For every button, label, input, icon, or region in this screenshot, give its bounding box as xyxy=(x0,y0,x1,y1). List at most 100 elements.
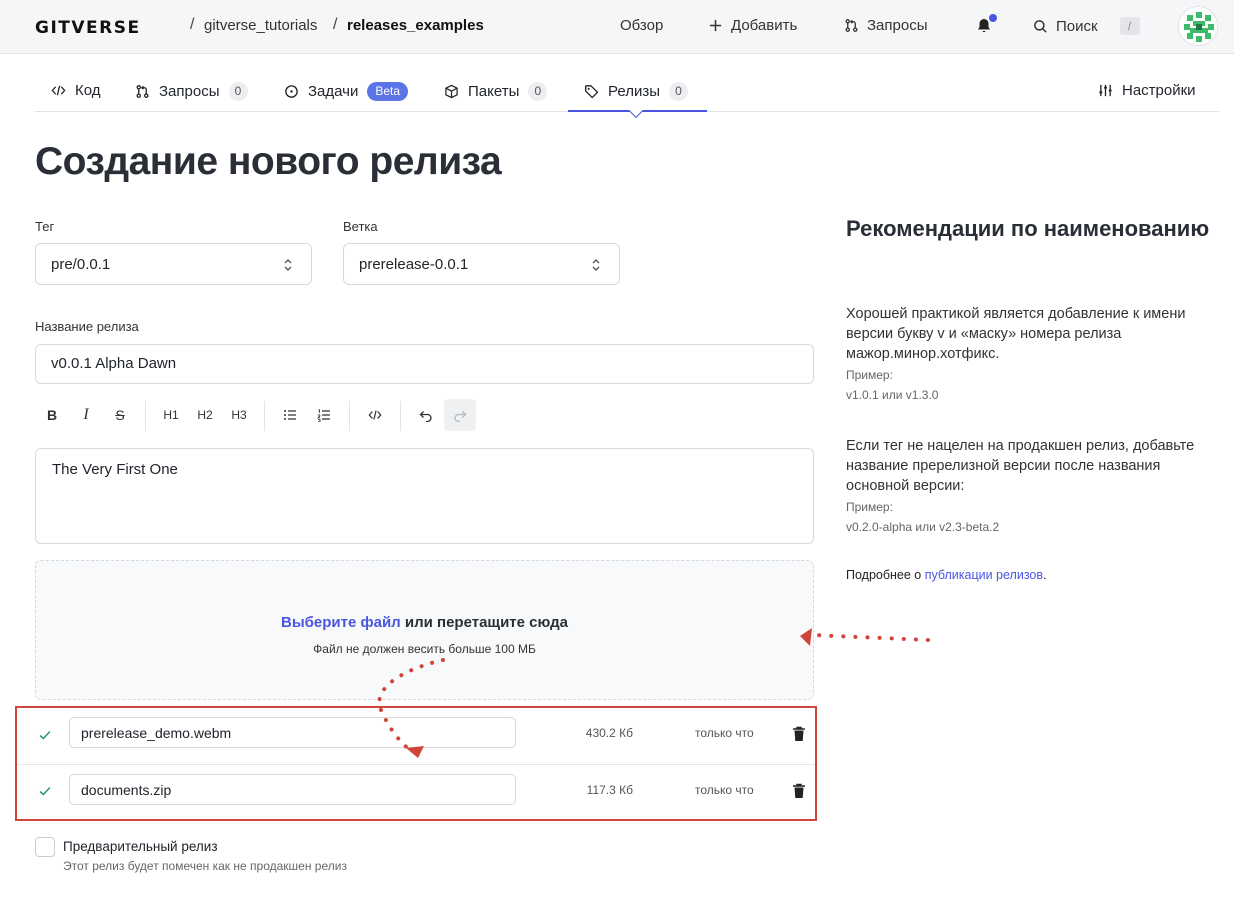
page-title: Создание нового релиза xyxy=(35,140,502,183)
tab-releases-count: 0 xyxy=(668,82,688,101)
undo-button[interactable] xyxy=(410,399,442,431)
bullet-list-icon xyxy=(284,410,296,420)
search-label: Поиск xyxy=(1056,17,1098,35)
tab-issues[interactable]: Задачи Beta xyxy=(284,82,409,101)
branch-select[interactable]: prerelease-0.0.1 xyxy=(343,243,620,285)
heading3-button[interactable]: H3 xyxy=(223,399,255,431)
pull-request-icon xyxy=(845,19,858,32)
settings-sliders-icon xyxy=(1099,84,1112,97)
publishing-releases-link[interactable]: публикации релизов xyxy=(925,568,1043,582)
search-icon xyxy=(1034,19,1047,33)
redo-icon xyxy=(454,411,467,422)
top-bar: GITVERSE / gitverse_tutorials / releases… xyxy=(0,0,1234,54)
more-info-prefix: Подробнее о xyxy=(846,568,925,582)
file-row: prerelease_demo.webm 430.2 Кб только что xyxy=(17,708,815,765)
tag-select[interactable]: pre/0.0.1 xyxy=(35,243,312,285)
tab-releases-label: Релизы xyxy=(608,83,660,100)
chevron-up-down-icon xyxy=(592,259,600,271)
beta-badge: Beta xyxy=(367,82,409,101)
nav-requests[interactable]: Запросы xyxy=(844,17,928,34)
package-icon xyxy=(445,84,458,99)
ordered-list-button[interactable] xyxy=(308,399,340,431)
uploaded-files-list: prerelease_demo.webm 430.2 Кб только что… xyxy=(15,706,817,821)
nav-add-button[interactable]: Добавить xyxy=(708,17,797,34)
active-tab-caret xyxy=(628,103,644,119)
file-name-input[interactable]: documents.zip xyxy=(69,774,516,805)
tab-code-label: Код xyxy=(75,82,101,99)
more-info-suffix: . xyxy=(1043,568,1047,582)
notification-dot xyxy=(989,14,997,22)
code-button[interactable] xyxy=(359,399,391,431)
trash-icon[interactable] xyxy=(792,783,806,799)
description-editor[interactable]: The Very First One xyxy=(35,448,814,544)
tab-requests-label: Запросы xyxy=(159,83,220,100)
gitverse-logo[interactable]: GITVERSE xyxy=(35,18,141,38)
example-label: Пример: xyxy=(846,500,893,514)
prerelease-label[interactable]: Предварительный релиз xyxy=(63,839,218,854)
tab-settings-label: Настройки xyxy=(1122,82,1196,99)
nav-add-label: Добавить xyxy=(731,17,798,34)
breadcrumb-owner[interactable]: gitverse_tutorials xyxy=(204,17,317,34)
prerelease-checkbox[interactable] xyxy=(35,837,55,857)
nav-overview-label: Обзор xyxy=(620,17,664,34)
file-upload-time: только что xyxy=(695,783,754,797)
release-name-input[interactable]: v0.0.1 Alpha Dawn xyxy=(35,344,814,384)
redo-button[interactable] xyxy=(444,399,476,431)
branch-label: Ветка xyxy=(343,219,378,234)
more-info: Подробнее о публикации релизов. xyxy=(846,568,1047,582)
breadcrumb-separator: / xyxy=(333,16,338,33)
breadcrumb-separator: / xyxy=(190,16,195,33)
toolbar-divider xyxy=(400,401,401,431)
strikethrough-button[interactable]: S xyxy=(104,399,136,431)
heading1-button[interactable]: H1 xyxy=(155,399,187,431)
tab-code[interactable]: Код xyxy=(51,82,101,99)
issue-icon xyxy=(285,85,298,98)
release-name-label: Название релиза xyxy=(35,319,139,334)
choose-file-link[interactable]: Выберите файл xyxy=(281,614,401,631)
example-value: v0.2.0-alpha или v2.3-beta.2 xyxy=(846,520,1000,534)
repo-tabs: Код Запросы 0 Задачи Beta Пакеты 0 Релиз… xyxy=(35,70,1219,119)
breadcrumb-repo[interactable]: releases_examples xyxy=(347,17,484,34)
dropzone-size-limit: Файл не должен весить больше 100 МБ xyxy=(313,642,536,656)
file-size: 117.3 Кб xyxy=(586,783,633,797)
heading2-button[interactable]: H2 xyxy=(189,399,221,431)
search-button[interactable]: Поиск / xyxy=(1033,17,1140,35)
editor-toolbar: B I S H1 H2 H3 xyxy=(35,399,485,433)
file-dropzone[interactable]: Выберите файл или перетащите сюда Файл н… xyxy=(35,560,814,700)
ordered-list-icon xyxy=(317,409,330,422)
pull-request-icon xyxy=(136,85,149,98)
tag-select-value: pre/0.0.1 xyxy=(51,256,111,273)
check-icon xyxy=(39,730,51,740)
naming-tip-1: Хорошей практикой является добавление к … xyxy=(846,306,1186,362)
dropzone-drag-text: или перетащите сюда xyxy=(400,614,568,631)
file-upload-time: только что xyxy=(695,726,754,740)
avatar[interactable] xyxy=(1178,6,1218,46)
branch-select-value: prerelease-0.0.1 xyxy=(359,256,469,273)
nav-overview[interactable]: Обзор xyxy=(620,17,663,34)
naming-recommendations-title: Рекомендации по наименованию xyxy=(846,216,1210,241)
toolbar-divider xyxy=(145,401,146,431)
bold-button[interactable]: B xyxy=(36,399,68,431)
example-label: Пример: xyxy=(846,368,893,382)
italic-button[interactable]: I xyxy=(70,399,102,431)
search-shortcut: / xyxy=(1119,17,1140,35)
file-size: 430.2 Кб xyxy=(585,726,633,740)
annotation-arrow-dropzone xyxy=(800,628,930,646)
example-value: v1.0.1 или v1.3.0 xyxy=(846,388,939,402)
bullet-list-button[interactable] xyxy=(274,399,306,431)
file-name-input[interactable]: prerelease_demo.webm xyxy=(69,717,516,748)
tab-releases[interactable]: Релизы 0 xyxy=(584,82,688,101)
tab-packages[interactable]: Пакеты 0 xyxy=(444,82,548,101)
plus-icon xyxy=(709,19,722,32)
trash-icon[interactable] xyxy=(792,726,806,742)
tag-label: Тег xyxy=(35,219,55,234)
file-row: documents.zip 117.3 Кб только что xyxy=(17,764,815,821)
nav-requests-label: Запросы xyxy=(867,17,928,34)
chevron-up-down-icon xyxy=(284,259,292,271)
naming-tip-2: Если тег не нацелен на продакшен релиз, … xyxy=(846,438,1195,494)
tab-settings[interactable]: Настройки xyxy=(1098,82,1196,99)
tab-requests-count: 0 xyxy=(228,82,248,101)
tab-requests[interactable]: Запросы 0 xyxy=(135,82,248,101)
code-icon xyxy=(368,410,382,420)
avatar-identicon-icon xyxy=(1179,7,1217,45)
